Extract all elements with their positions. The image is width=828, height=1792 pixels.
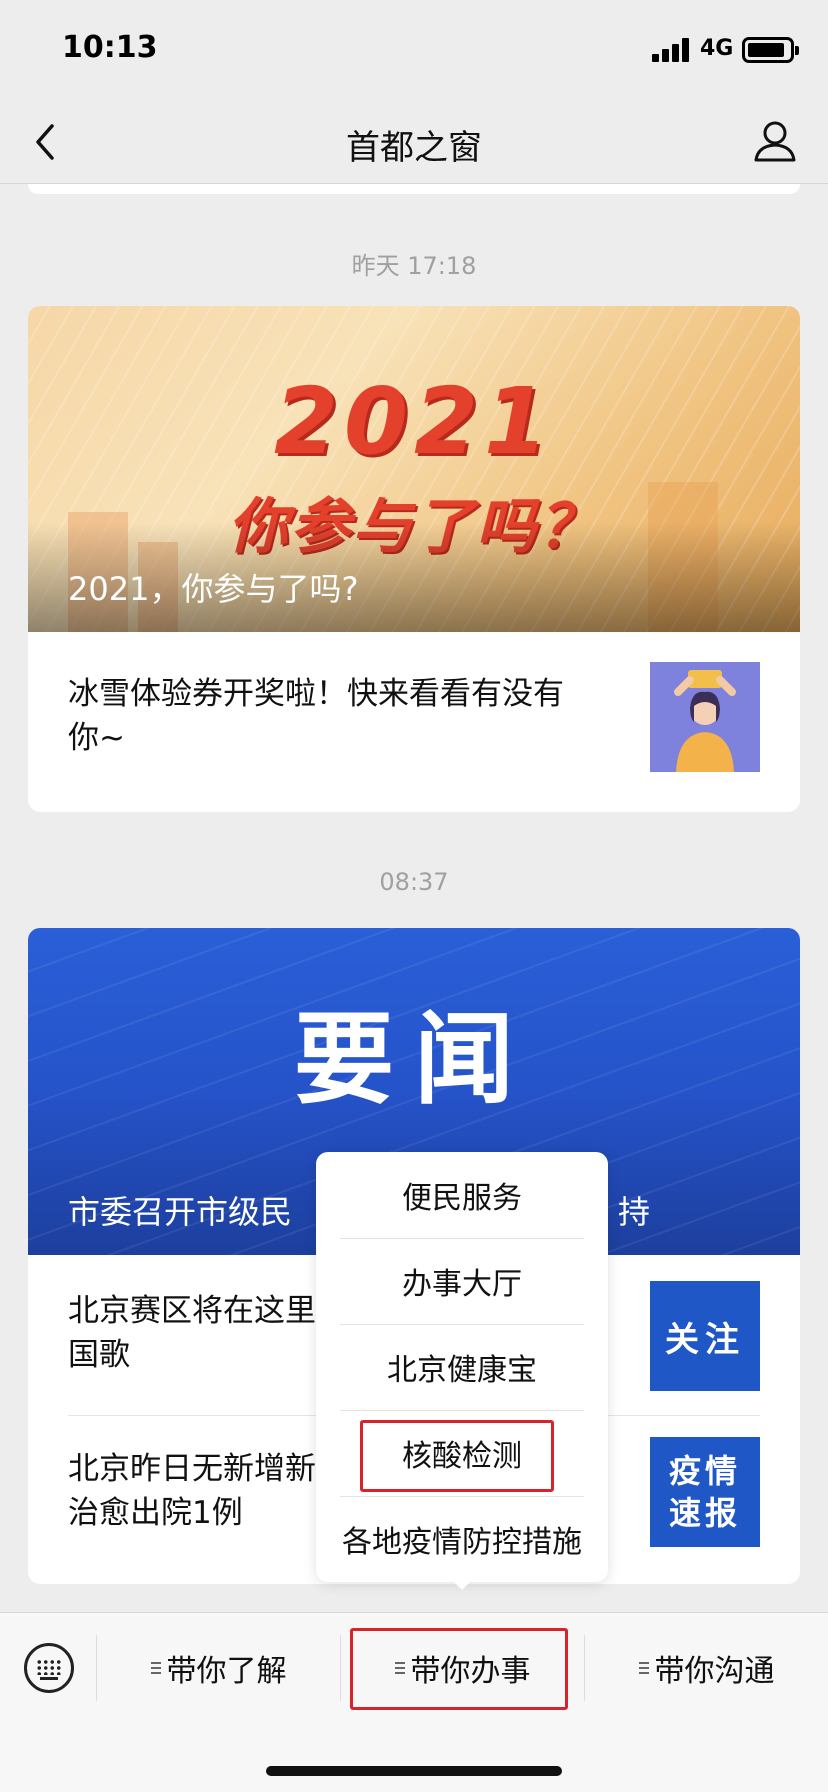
banner-caption: 2021，你参与了吗?	[68, 570, 359, 608]
highlight-box-services-tab	[350, 1628, 568, 1710]
menu-tab-communicate[interactable]: 带你沟通	[585, 1643, 828, 1693]
profile-icon[interactable]	[752, 118, 798, 166]
article-card: 2021 你参与了吗？ 2021，你参与了吗? 冰雪体验券开奖啦！快来看看有没有…	[28, 306, 800, 812]
popup-pointer	[450, 1578, 474, 1590]
banner-caption-tail: 持	[617, 1193, 650, 1231]
submenu-item-service-hall[interactable]: 办事大厅	[340, 1238, 584, 1324]
status-bar: 10:13 4G	[0, 0, 828, 100]
menu-list-icon	[638, 1662, 649, 1674]
page-title: 首都之窗	[346, 128, 482, 168]
menu-tab-learn[interactable]: 带你了解	[97, 1643, 340, 1693]
highlight-box-nucleic-test	[360, 1420, 554, 1492]
network-label: 4G	[700, 36, 734, 61]
article-thumbnail	[650, 662, 760, 772]
article-title: 北京昨日无新增新 治愈出院1例	[68, 1451, 316, 1531]
signal-icon	[652, 38, 692, 62]
article-title: 北京赛区将在这里 国歌	[68, 1293, 316, 1373]
status-time: 10:13	[62, 30, 158, 65]
article-row[interactable]: 冰雪体验券开奖啦！快来看看有没有 你~	[28, 632, 800, 812]
submenu-popup: 便民服务 办事大厅 北京健康宝 核酸检测 各地疫情防控措施	[316, 1152, 608, 1582]
menu-list-icon	[150, 1662, 161, 1674]
nav-bar: 首都之窗	[0, 100, 828, 184]
article-thumbnail: 疫情 速报	[650, 1437, 760, 1547]
previous-card-edge	[28, 184, 800, 194]
banner-headline: 要闻	[294, 1000, 534, 1118]
submenu-item-local-measures[interactable]: 各地疫情防控措施	[340, 1496, 584, 1582]
home-indicator	[266, 1766, 562, 1776]
submenu-item-convenience-services[interactable]: 便民服务	[340, 1152, 584, 1238]
article-title: 冰雪体验券开奖啦！快来看看有没有 你~	[68, 676, 564, 756]
battery-icon	[742, 37, 799, 63]
article-thumbnail: 关注	[650, 1281, 760, 1391]
banner-headline: 2021	[273, 368, 555, 475]
message-timestamp: 08:37	[379, 868, 449, 896]
banner-caption: 市委召开市级民	[68, 1193, 293, 1231]
submenu-item-health-kit[interactable]: 北京健康宝	[340, 1324, 584, 1410]
article-banner[interactable]: 2021 你参与了吗？ 2021，你参与了吗?	[28, 306, 800, 632]
keyboard-icon[interactable]	[24, 1643, 74, 1693]
message-timestamp: 昨天 17:18	[351, 252, 477, 280]
